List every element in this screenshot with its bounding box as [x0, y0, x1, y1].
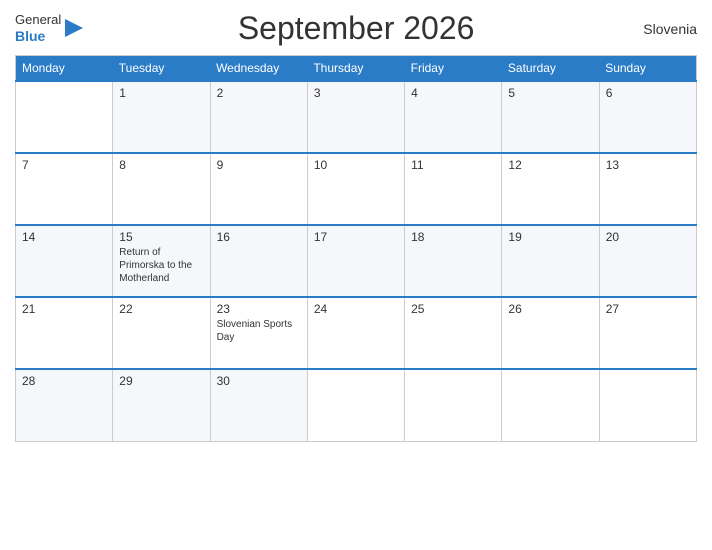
calendar-cell: 20 — [599, 225, 696, 297]
day-number: 17 — [314, 230, 398, 244]
day-number: 6 — [606, 86, 690, 100]
day-number: 26 — [508, 302, 592, 316]
calendar-cell — [502, 369, 599, 441]
header-wednesday: Wednesday — [210, 56, 307, 82]
header-thursday: Thursday — [307, 56, 404, 82]
calendar-cell: 29 — [113, 369, 210, 441]
calendar-cell: 11 — [405, 153, 502, 225]
day-number: 4 — [411, 86, 495, 100]
day-number: 16 — [217, 230, 301, 244]
logo-blue: Blue — [15, 28, 45, 44]
day-number: 23 — [217, 302, 301, 316]
calendar-week-row: 28 29 30 — [16, 369, 697, 441]
calendar-week-row: 21 22 23 Slovenian Sports Day 24 25 26 27 — [16, 297, 697, 369]
day-number: 3 — [314, 86, 398, 100]
header-sunday: Sunday — [599, 56, 696, 82]
calendar-cell — [16, 81, 113, 153]
calendar-cell — [599, 369, 696, 441]
event-text: Slovenian Sports Day — [217, 318, 301, 344]
calendar-cell: 7 — [16, 153, 113, 225]
day-number: 5 — [508, 86, 592, 100]
calendar-cell: 13 — [599, 153, 696, 225]
calendar-cell: 27 — [599, 297, 696, 369]
header-tuesday: Tuesday — [113, 56, 210, 82]
calendar-cell: 15 Return of Primorska to the Motherland — [113, 225, 210, 297]
calendar-cell: 22 — [113, 297, 210, 369]
calendar-cell: 12 — [502, 153, 599, 225]
day-number: 21 — [22, 302, 106, 316]
country-name: Slovenia — [627, 21, 697, 37]
calendar-cell: 24 — [307, 297, 404, 369]
calendar-week-row: 789 10 11 12 13 — [16, 153, 697, 225]
event-text: Return of Primorska to the Motherland — [119, 246, 203, 285]
calendar-cell: 6 — [599, 81, 696, 153]
calendar-table: Monday Tuesday Wednesday Thursday Friday… — [15, 55, 697, 442]
calendar-cell: 18 — [405, 225, 502, 297]
day-number: 13 — [606, 158, 690, 172]
calendar-week-row: 14 15 Return of Primorska to the Motherlan… — [16, 225, 697, 297]
header-saturday: Saturday — [502, 56, 599, 82]
day-number: 28 — [22, 374, 106, 388]
day-number: 18 — [411, 230, 495, 244]
calendar-header: General Blue September 2026 Slovenia — [15, 10, 697, 47]
calendar-cell: 14 — [16, 225, 113, 297]
calendar-cell: 5 — [502, 81, 599, 153]
calendar-cell: 16 — [210, 225, 307, 297]
calendar-cell: 23 Slovenian Sports Day — [210, 297, 307, 369]
calendar-cell: 3 — [307, 81, 404, 153]
day-number: 19 — [508, 230, 592, 244]
calendar-container: General Blue September 2026 Slovenia Mon… — [0, 0, 712, 550]
logo-text: General Blue — [15, 12, 61, 44]
calendar-cell: 28 — [16, 369, 113, 441]
calendar-cell: 21 — [16, 297, 113, 369]
day-number: 30 — [217, 374, 301, 388]
day-number: 15 — [119, 230, 203, 244]
day-number: 27 — [606, 302, 690, 316]
day-number: 1 — [119, 86, 203, 100]
day-number: 29 — [119, 374, 203, 388]
day-number: 14 — [22, 230, 106, 244]
day-number: 24 — [314, 302, 398, 316]
day-number: 9 — [217, 158, 301, 172]
calendar-cell: 8 — [113, 153, 210, 225]
header-friday: Friday — [405, 56, 502, 82]
header-monday: Monday — [16, 56, 113, 82]
calendar-cell: 30 — [210, 369, 307, 441]
calendar-cell: 4 — [405, 81, 502, 153]
day-number: 22 — [119, 302, 203, 316]
day-number: 11 — [411, 158, 495, 172]
month-title: September 2026 — [85, 10, 627, 47]
day-number: 20 — [606, 230, 690, 244]
day-number: 8 — [119, 158, 203, 172]
calendar-cell: 10 — [307, 153, 404, 225]
calendar-cell: 2 — [210, 81, 307, 153]
calendar-cell: 19 — [502, 225, 599, 297]
logo-general: General — [15, 12, 61, 28]
weekday-header-row: Monday Tuesday Wednesday Thursday Friday… — [16, 56, 697, 82]
day-number: 7 — [22, 158, 106, 172]
calendar-cell: 9 — [210, 153, 307, 225]
logo: General Blue — [15, 12, 85, 44]
logo-flag-icon — [63, 17, 85, 39]
day-number: 2 — [217, 86, 301, 100]
calendar-week-row: 123456 — [16, 81, 697, 153]
day-number: 25 — [411, 302, 495, 316]
day-number: 12 — [508, 158, 592, 172]
day-number: 10 — [314, 158, 398, 172]
calendar-cell: 26 — [502, 297, 599, 369]
calendar-cell: 17 — [307, 225, 404, 297]
calendar-cell: 1 — [113, 81, 210, 153]
calendar-cell: 25 — [405, 297, 502, 369]
calendar-cell — [307, 369, 404, 441]
calendar-cell — [405, 369, 502, 441]
